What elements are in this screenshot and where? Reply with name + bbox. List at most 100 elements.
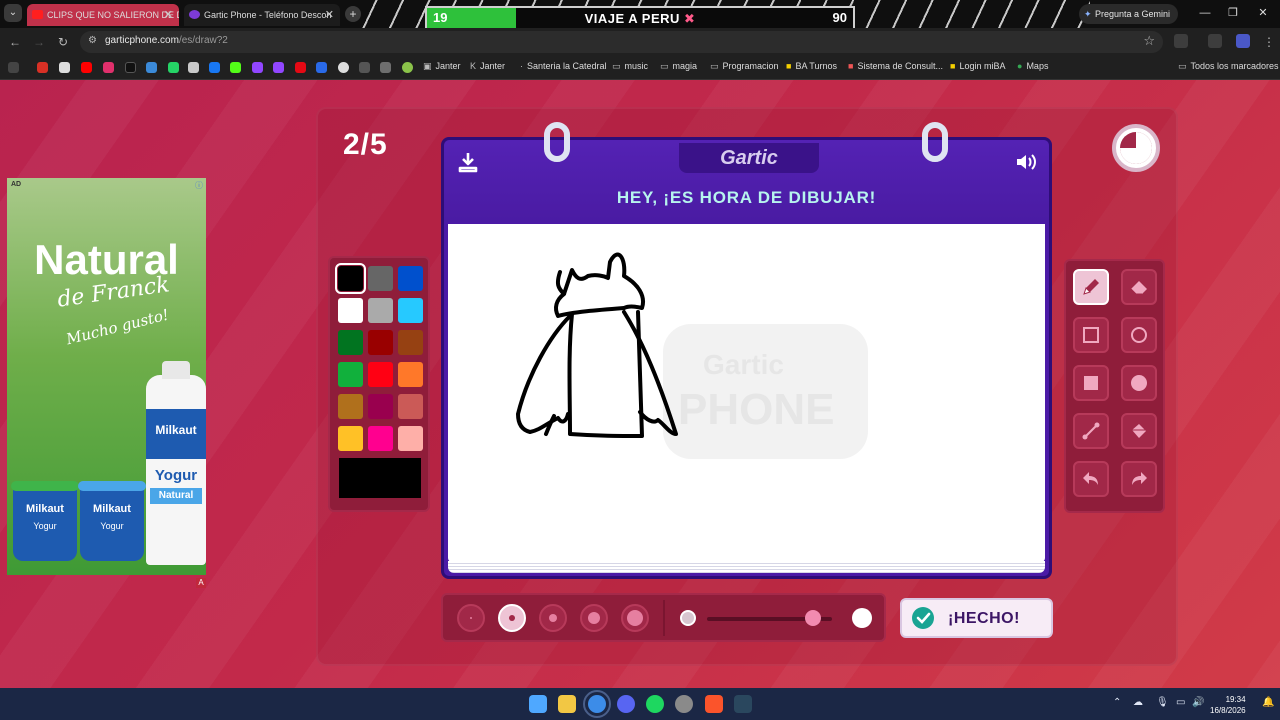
color-swatch[interactable] — [398, 298, 423, 323]
bookmark-icon[interactable] — [338, 62, 349, 73]
brave-icon[interactable] — [705, 695, 723, 713]
new-tab-button[interactable]: + — [345, 6, 361, 22]
fill-bucket-tool[interactable] — [1121, 413, 1157, 449]
notifications-icon[interactable]: 🔔 — [1262, 697, 1274, 708]
filled-ellipse-tool[interactable] — [1121, 365, 1157, 401]
windows-start-icon[interactable] — [529, 695, 547, 713]
tab-clips[interactable]: CLIPS QUE NO SALIERON DE D ✕ — [27, 4, 179, 26]
volume-icon[interactable]: 🔊 — [1192, 697, 1204, 708]
color-swatch[interactable] — [398, 362, 423, 387]
bookmark-login-miba[interactable]: ■ Login miBA — [950, 61, 1005, 71]
done-button[interactable]: ¡HECHO! — [900, 598, 1053, 638]
bookmark-icon[interactable] — [359, 62, 370, 73]
color-swatch[interactable] — [368, 330, 393, 355]
color-swatch[interactable] — [338, 426, 363, 451]
color-swatch[interactable] — [398, 394, 423, 419]
line-tool[interactable] — [1073, 413, 1109, 449]
kick-icon[interactable] — [230, 62, 241, 73]
close-tab-icon[interactable]: ✕ — [164, 4, 173, 26]
gmail-icon[interactable] — [37, 62, 48, 73]
site-info-icon[interactable]: ⚙ — [88, 35, 100, 47]
sound-icon[interactable] — [1014, 150, 1038, 174]
bookmark-janter-2[interactable]: K Janter — [470, 61, 505, 71]
ad-choices-icon[interactable]: A — [196, 578, 206, 588]
filled-rectangle-tool[interactable] — [1073, 365, 1109, 401]
bookmark-icon[interactable] — [380, 62, 391, 73]
reload-icon[interactable]: ↻ — [54, 33, 72, 51]
bookmark-star-icon[interactable]: ☆ — [1143, 33, 1155, 49]
color-swatch[interactable] — [335, 263, 366, 294]
download-icon[interactable] — [456, 150, 480, 174]
color-swatch[interactable] — [368, 394, 393, 419]
undo-tool[interactable] — [1073, 461, 1109, 497]
app-icon[interactable] — [675, 695, 693, 713]
profile-icon[interactable] — [1236, 34, 1250, 48]
gemini-button[interactable]: Pregunta a Gemini — [1079, 4, 1179, 24]
tiktok-icon[interactable] — [125, 62, 136, 73]
close-tab-icon[interactable]: ✕ — [325, 4, 334, 26]
bookmark-maps[interactable]: ● Maps — [1017, 61, 1048, 71]
color-swatch[interactable] — [368, 266, 393, 291]
brush-size-3[interactable] — [539, 604, 567, 632]
microphone-icon[interactable]: 🎙 — [1156, 697, 1169, 708]
color-swatch[interactable] — [398, 330, 423, 355]
minimize-button[interactable]: — — [1192, 4, 1218, 22]
apps-icon[interactable] — [8, 62, 19, 73]
eraser-tool[interactable] — [1121, 269, 1157, 305]
redo-tool[interactable] — [1121, 461, 1157, 497]
color-swatch[interactable] — [338, 362, 363, 387]
chevron-up-icon[interactable]: ⌃ — [1113, 697, 1121, 708]
color-swatch[interactable] — [368, 362, 393, 387]
close-window-button[interactable]: ✕ — [1250, 4, 1276, 22]
color-swatch[interactable] — [338, 330, 363, 355]
taskbar-clock[interactable]: 19:34 16/8/2026 — [1210, 694, 1246, 716]
rectangle-tool[interactable] — [1073, 317, 1109, 353]
facebook-icon[interactable] — [209, 62, 220, 73]
advertisement[interactable]: AD ⓘ Natural de Franck Mucho gusto! Milk… — [7, 178, 206, 575]
x-icon[interactable] — [59, 62, 70, 73]
ellipse-tool[interactable] — [1121, 317, 1157, 353]
opacity-slider-handle[interactable] — [805, 610, 822, 626]
whatsapp-icon[interactable] — [168, 62, 179, 73]
bookmark-programacion[interactable]: ▭ Programacion — [710, 61, 779, 72]
brush-size-2[interactable] — [498, 604, 526, 632]
cloud-icon[interactable]: ☁ — [1133, 697, 1143, 708]
extension-icon[interactable] — [1208, 34, 1222, 48]
color-swatch[interactable] — [368, 298, 393, 323]
all-bookmarks[interactable]: ▭ Todos los marcadores — [1178, 61, 1279, 72]
bookmark-janter-1[interactable]: ▣ Janter — [423, 61, 461, 72]
color-swatch[interactable] — [338, 298, 363, 323]
network-icon[interactable]: ▭ — [1176, 697, 1185, 708]
steam-icon[interactable] — [734, 695, 752, 713]
bookmark-music[interactable]: ▭ music — [612, 61, 648, 72]
bookmark-icon[interactable] — [316, 62, 327, 73]
menu-icon[interactable]: ⋮ — [1260, 33, 1278, 51]
brush-size-5[interactable] — [621, 604, 649, 632]
back-icon[interactable]: ← — [6, 33, 24, 51]
spotify-icon[interactable] — [646, 695, 664, 713]
bookmark-santeria[interactable]: · Santeria la Catedral — [520, 61, 607, 71]
bookmark-icon[interactable] — [146, 62, 157, 73]
bookmark-sistema[interactable]: ■ Sistema de Consult... — [848, 61, 943, 71]
youtube-icon[interactable] — [81, 62, 92, 73]
restore-button[interactable]: ❐ — [1220, 4, 1246, 22]
color-swatch[interactable] — [398, 266, 423, 291]
bookmark-icon[interactable] — [188, 62, 199, 73]
file-explorer-icon[interactable] — [558, 695, 576, 713]
netflix-icon[interactable] — [295, 62, 306, 73]
twitch-icon[interactable] — [273, 62, 284, 73]
twitch-icon[interactable] — [252, 62, 263, 73]
brush-size-4[interactable] — [580, 604, 608, 632]
tab-gartic[interactable]: Gartic Phone - Teléfono Descon ✕ — [184, 4, 340, 26]
drawing-canvas[interactable]: Gartic PHONE — [448, 224, 1045, 562]
forward-icon[interactable]: → — [30, 33, 48, 51]
pencil-tool[interactable] — [1073, 269, 1109, 305]
color-swatch[interactable] — [368, 426, 393, 451]
url-omnibox[interactable]: ⚙ garticphone.com/es/draw?2 ☆ — [80, 31, 1163, 53]
extension-icon[interactable] — [1174, 34, 1188, 48]
tab-search-button[interactable]: ⌄ — [4, 4, 22, 22]
bookmark-ba-turnos[interactable]: ■ BA Turnos — [786, 61, 837, 71]
bookmark-icon[interactable] — [402, 62, 413, 73]
chrome-icon[interactable] — [583, 690, 611, 718]
ad-info-icon[interactable]: ⓘ — [195, 180, 203, 191]
